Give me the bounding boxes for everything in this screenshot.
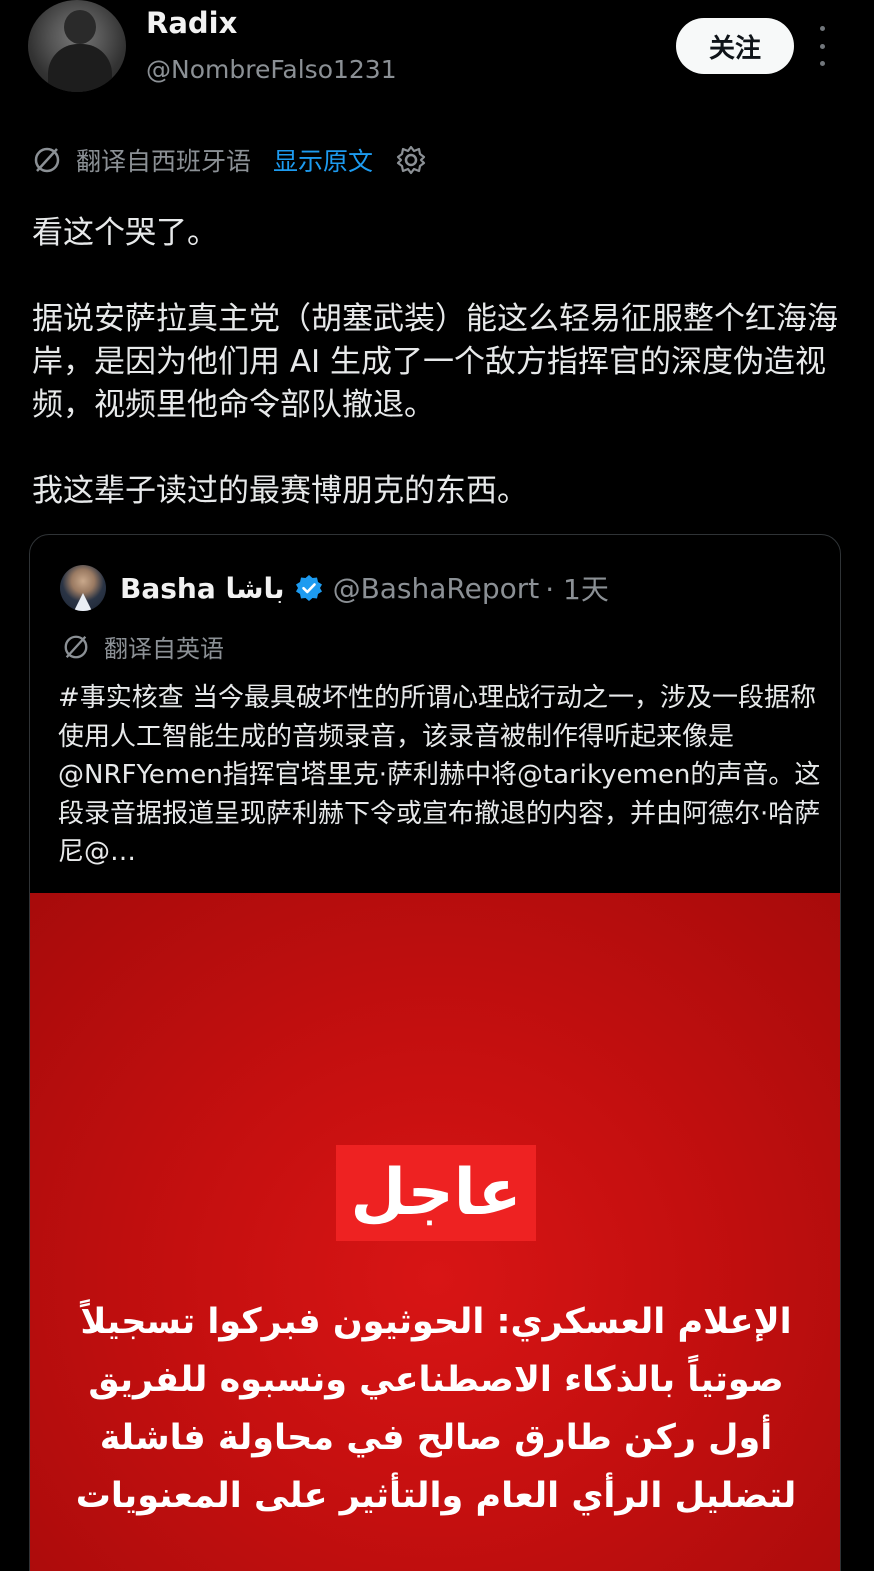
translation-label: 翻译自西班牙语 bbox=[76, 147, 252, 176]
quoted-author-avatar[interactable] bbox=[60, 565, 106, 611]
quoted-translation-label: 翻译自英语 bbox=[104, 635, 224, 663]
verified-badge-icon bbox=[295, 575, 322, 601]
post-paragraph: 据说安萨拉真主党（胡塞武装）能这么轻易征服整个红海海岸，是因为他们用 AI 生成… bbox=[32, 301, 838, 423]
gear-icon[interactable] bbox=[395, 144, 427, 176]
translate-icon bbox=[34, 147, 60, 173]
author-handle[interactable]: @NombreFalso1231 bbox=[146, 55, 397, 84]
post-body: 看这个哭了。 据说安萨拉真主党（胡塞武装）能这么轻易征服整个红海海岸，是因为他们… bbox=[32, 212, 852, 556]
quoted-media-image[interactable]: عاجل الإعلام العسكري: الحوثيون فبركوا تس… bbox=[30, 893, 840, 1571]
quoted-post-time: · 1天 bbox=[545, 573, 609, 606]
post-paragraph: 我这辈子读过的最赛博朋克的东西。 bbox=[32, 473, 528, 509]
quoted-post-text: #事实核查 当今最具破坏性的所谓心理战行动之一，涉及一段据称使用人工智能生成的音… bbox=[58, 683, 821, 867]
more-icon[interactable] bbox=[812, 26, 832, 66]
quoted-author-name[interactable]: Basha باشا bbox=[120, 572, 285, 605]
breaking-news-badge: عاجل bbox=[336, 1145, 536, 1241]
show-original-link[interactable]: 显示原文 bbox=[273, 142, 373, 178]
media-headline: الإعلام العسكري: الحوثيون فبركوا تسجيلاً… bbox=[75, 1302, 797, 1516]
post-paragraph: 看这个哭了。 bbox=[32, 215, 218, 251]
quoted-translation-bar: 翻译自英语 bbox=[62, 629, 224, 664]
author-avatar[interactable] bbox=[28, 0, 126, 92]
quoted-post-header: Basha باشا @BashaReport · 1天 bbox=[60, 565, 609, 611]
post-header: Radix @NombreFalso1231 关注 bbox=[0, 0, 874, 110]
translation-bar: 翻译自西班牙语 显示原文 bbox=[32, 140, 427, 180]
follow-button[interactable]: 关注 bbox=[676, 18, 794, 74]
quoted-post-card[interactable]: Basha باشا @BashaReport · 1天 翻译自英语 #事实核查… bbox=[29, 534, 841, 1571]
translate-icon bbox=[64, 635, 88, 658]
author-name[interactable]: Radix bbox=[146, 6, 237, 40]
quoted-author-handle[interactable]: @BashaReport bbox=[333, 572, 540, 605]
